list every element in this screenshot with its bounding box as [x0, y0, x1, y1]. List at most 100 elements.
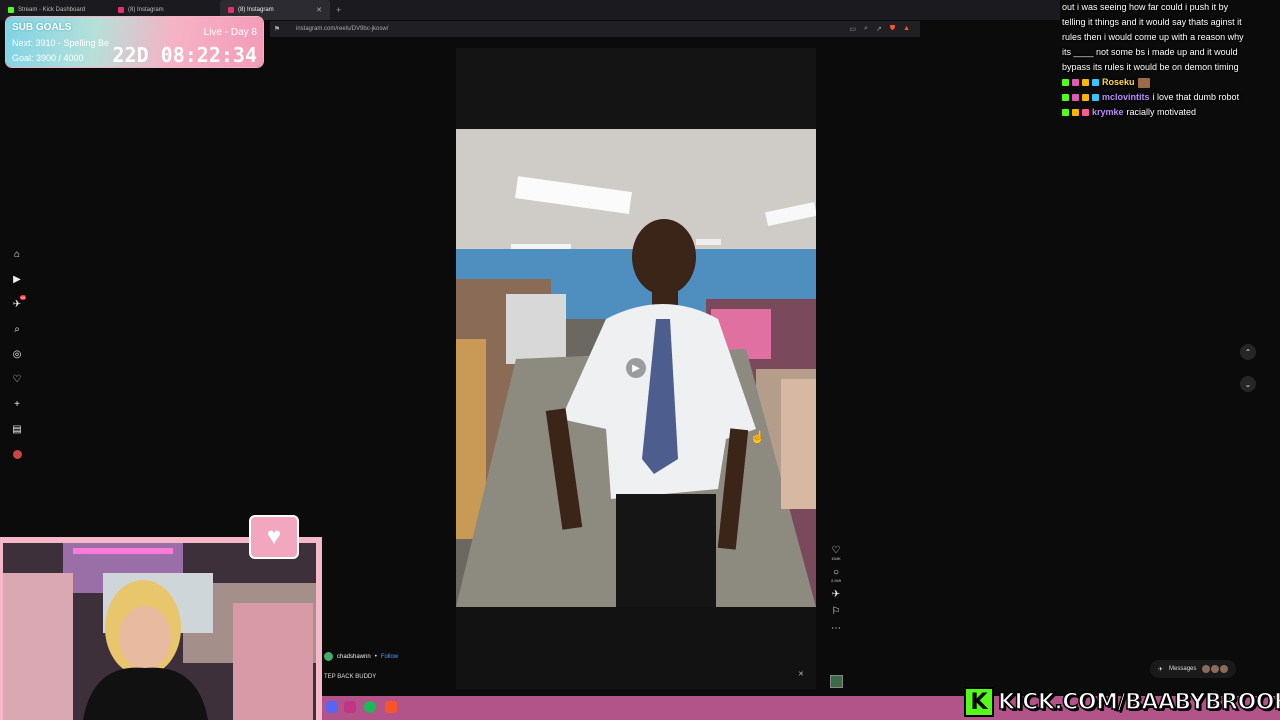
sub-goals-next: Next: 3910 - Spelling Be: [12, 38, 110, 48]
comment-button[interactable]: ○ 2,949: [826, 567, 846, 583]
chat-line: rules then i would come up with a reason…: [1062, 32, 1244, 42]
crown-badge-icon: [1082, 79, 1089, 86]
comment-icon: ○: [832, 567, 840, 578]
crown-badge-icon: [1082, 94, 1089, 101]
reels-icon[interactable]: ▶: [8, 267, 26, 292]
separator-dot: •: [374, 653, 377, 660]
crown-badge-icon: [1072, 109, 1079, 116]
bookmark-icon[interactable]: ⚑: [270, 25, 284, 33]
share-icon[interactable]: ↗: [876, 25, 882, 33]
sub-goals-goal: Goal: 3900 / 4000: [12, 53, 84, 63]
previous-reel-button[interactable]: ⌃: [1240, 344, 1256, 360]
heart-decoration-icon: ♥: [249, 515, 299, 559]
create-icon[interactable]: +: [8, 392, 26, 417]
address-bar[interactable]: ⚑ instagram.com/reels/DV9bc-jkosw/ ▭ ⌕ ↗…: [270, 21, 920, 37]
comments-count: 2,949: [830, 578, 841, 583]
messages-label: Messages: [1169, 666, 1197, 672]
spotify-icon[interactable]: [364, 701, 376, 713]
profile-icon[interactable]: [8, 442, 26, 467]
chat-line: out i was seeing how far could i push it…: [1062, 2, 1229, 12]
screen-icon[interactable]: ▭: [849, 25, 856, 33]
kick-badge-icon: [1062, 94, 1069, 101]
play-icon[interactable]: ▶: [626, 358, 646, 378]
sub-badge-icon: [1072, 94, 1079, 101]
dashboard-icon[interactable]: ▤: [8, 417, 26, 442]
mouse-cursor-icon: ☝: [750, 430, 765, 444]
kick-logo: K: [964, 687, 994, 717]
stream-chat: out i was seeing how far could i push it…: [1062, 0, 1278, 120]
tab-label: Stream - Kick Dashboard: [18, 7, 86, 13]
reel-top-letterbox: [456, 48, 816, 129]
emote-icon: [1137, 77, 1150, 88]
reel-bottom-letterbox: [456, 607, 816, 689]
brave-shield-icon[interactable]: ⛊: [890, 25, 895, 33]
author-avatar[interactable]: [324, 652, 333, 661]
discord-icon[interactable]: [326, 701, 338, 713]
kick-badge-icon: [1062, 79, 1069, 86]
chat-message: mclovintits i love that dumb robot: [1062, 90, 1278, 105]
instagram-app-icon[interactable]: [344, 701, 356, 713]
notifications-icon[interactable]: ♡: [8, 367, 26, 392]
sword-badge-icon: [1092, 79, 1099, 86]
chat-text: i love that dumb robot: [1152, 92, 1240, 102]
close-tab-icon[interactable]: ✕: [316, 6, 322, 14]
follow-button[interactable]: Follow: [381, 654, 398, 660]
more-icon: ⋯: [831, 623, 841, 634]
tab-label: (8) Instagram: [128, 7, 164, 13]
share-button[interactable]: ✈: [826, 589, 846, 600]
chat-line: bypass its rules it would be on demon ti…: [1062, 62, 1239, 72]
heart-icon: ♡: [831, 545, 841, 556]
message-avatars: [1202, 665, 1229, 673]
url-text[interactable]: instagram.com/reels/DV9bc-jkosw/: [296, 26, 388, 32]
audio-thumbnail[interactable]: [830, 675, 843, 688]
mute-icon[interactable]: ✕: [798, 670, 804, 678]
author-name[interactable]: chadshawnn: [337, 654, 371, 660]
chevron-up-icon: ⌃: [1244, 347, 1252, 357]
chevron-down-icon: ⌄: [1244, 379, 1252, 389]
messages-badge: 99: [19, 295, 26, 300]
more-button[interactable]: ⋯: [826, 623, 846, 634]
profile-avatar: [12, 450, 22, 459]
messages-icon[interactable]: ✈ 99: [8, 292, 26, 317]
chat-username[interactable]: krymke: [1092, 105, 1124, 120]
kick-favicon-icon: [8, 7, 14, 13]
sub-goals-widget: SUB GOALS Next: 3910 - Spelling Be Goal:…: [6, 17, 263, 67]
sub-badge-icon: [1072, 79, 1079, 86]
chat-line: its ____ not some bs i made up and it wo…: [1062, 47, 1238, 57]
chat-message: krymke racially motivated: [1062, 105, 1278, 120]
webcam-frame: [0, 537, 322, 720]
save-button[interactable]: ⚐: [826, 606, 846, 617]
next-reel-button[interactable]: ⌄: [1240, 376, 1256, 392]
search-icon[interactable]: ⌕: [8, 317, 26, 342]
home-icon[interactable]: ⌂: [8, 242, 26, 267]
heart-badge-icon: [1082, 109, 1089, 116]
chat-username[interactable]: mclovintits: [1102, 90, 1150, 105]
instagram-favicon-icon: [228, 7, 234, 13]
bookmark-icon: ⚐: [831, 606, 841, 617]
kick-badge-icon: [1062, 109, 1069, 116]
explore-icon[interactable]: ◎: [8, 342, 26, 367]
zoom-icon[interactable]: ⌕: [864, 25, 868, 33]
webcam-image: [3, 543, 316, 720]
send-icon: ✈: [831, 589, 841, 600]
chat-username[interactable]: Roseku: [1102, 75, 1135, 90]
brave-browser-icon[interactable]: [385, 701, 397, 713]
chat-message: Roseku: [1062, 75, 1278, 90]
reel-author: chadshawnn • Follow: [324, 652, 398, 661]
instagram-sidebar: ⌂ ▶ ✈ 99 ⌕ ◎ ♡ + ▤: [8, 242, 26, 467]
new-tab-icon[interactable]: +: [330, 5, 347, 15]
likes-count: 154K: [831, 556, 841, 561]
like-button[interactable]: ♡ 154K: [826, 545, 846, 561]
instagram-favicon-icon: [118, 7, 124, 13]
chat-line: telling it things and it would say thats…: [1062, 17, 1242, 27]
kick-channel-banner: K KICK.COM/BAABYBROOK: [964, 684, 1280, 720]
chat-text: racially motivated: [1126, 107, 1197, 117]
messages-pill[interactable]: ✈ Messages: [1150, 660, 1237, 678]
reel-video[interactable]: ▶: [456, 129, 816, 607]
send-icon: ✈: [1158, 666, 1164, 673]
brave-rewards-icon[interactable]: ▲: [903, 25, 910, 33]
sword-badge-icon: [1092, 94, 1099, 101]
reel-actions: ♡ 154K ○ 2,949 ✈ ⚐ ⋯: [826, 545, 846, 640]
kick-channel-url: KICK.COM/BAABYBROOK: [997, 689, 1280, 716]
tab-label: (8) Instagram: [238, 7, 274, 13]
